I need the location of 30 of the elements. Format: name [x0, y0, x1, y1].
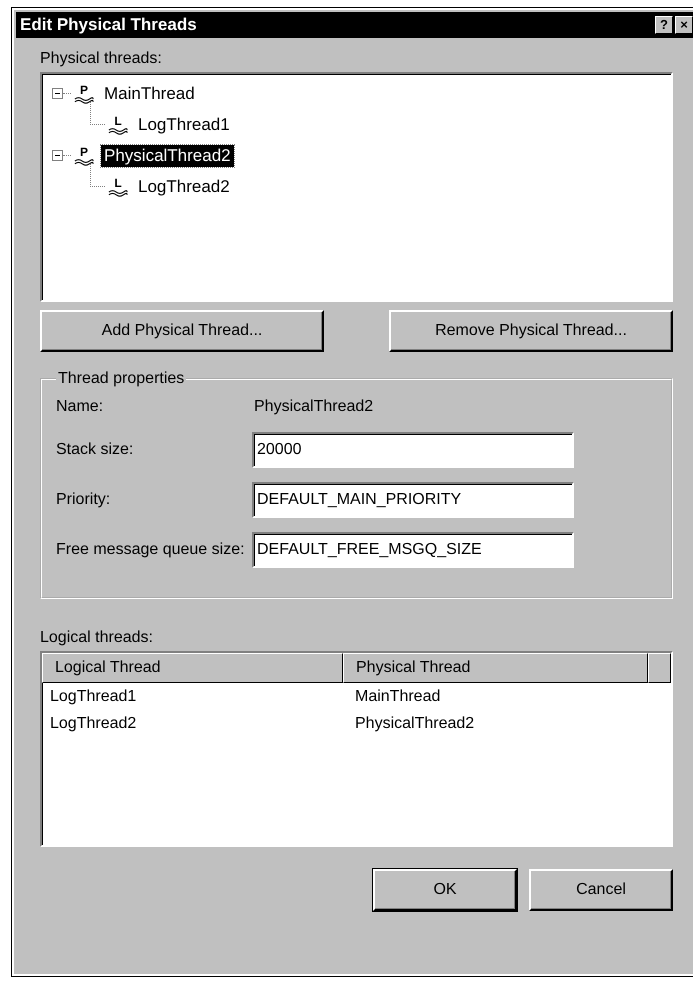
collapse-icon[interactable]: [52, 88, 63, 99]
close-button[interactable]: ×: [675, 16, 693, 34]
column-header[interactable]: Physical Thread: [343, 653, 648, 683]
cancel-button[interactable]: Cancel: [529, 869, 673, 911]
tree-item[interactable]: LogThread1: [135, 114, 233, 136]
section-label: Physical threads:: [40, 49, 163, 69]
tree-item[interactable]: LogThread2: [135, 176, 233, 198]
collapse-icon[interactable]: [52, 150, 63, 161]
tree-item[interactable]: PhysicalThread2: [101, 144, 234, 166]
section-label: Logical threads:: [40, 628, 154, 648]
field-label: Name:: [56, 398, 104, 416]
window-title: Edit Physical Threads: [20, 15, 197, 35]
group-title: Thread properties: [57, 370, 186, 388]
ok-button[interactable]: OK: [373, 869, 517, 911]
field-label: Priority:: [56, 491, 112, 509]
input-field[interactable]: DEFAULT_MAIN_PRIORITY: [252, 482, 574, 518]
table-cell-text: PhysicalThread2: [354, 714, 476, 734]
field-label: Stack size:: [56, 441, 134, 459]
tree-item[interactable]: MainThread: [101, 82, 198, 104]
column-header[interactable]: Logical Thread: [42, 653, 343, 683]
action-button[interactable]: Add Physical Thread...: [40, 310, 324, 352]
field-value: PhysicalThread2: [254, 397, 374, 417]
input-field[interactable]: DEFAULT_FREE_MSGQ_SIZE: [252, 532, 574, 568]
action-button[interactable]: Remove Physical Thread...: [389, 310, 673, 352]
help-button[interactable]: ?: [655, 16, 673, 34]
table-cell-text: MainThread: [354, 687, 442, 707]
table-cell-text: LogThread1: [49, 687, 138, 707]
field-label: Free message queue size:: [56, 541, 246, 559]
table-cell-text: LogThread2: [49, 714, 138, 734]
input-field[interactable]: 20000: [252, 432, 574, 468]
